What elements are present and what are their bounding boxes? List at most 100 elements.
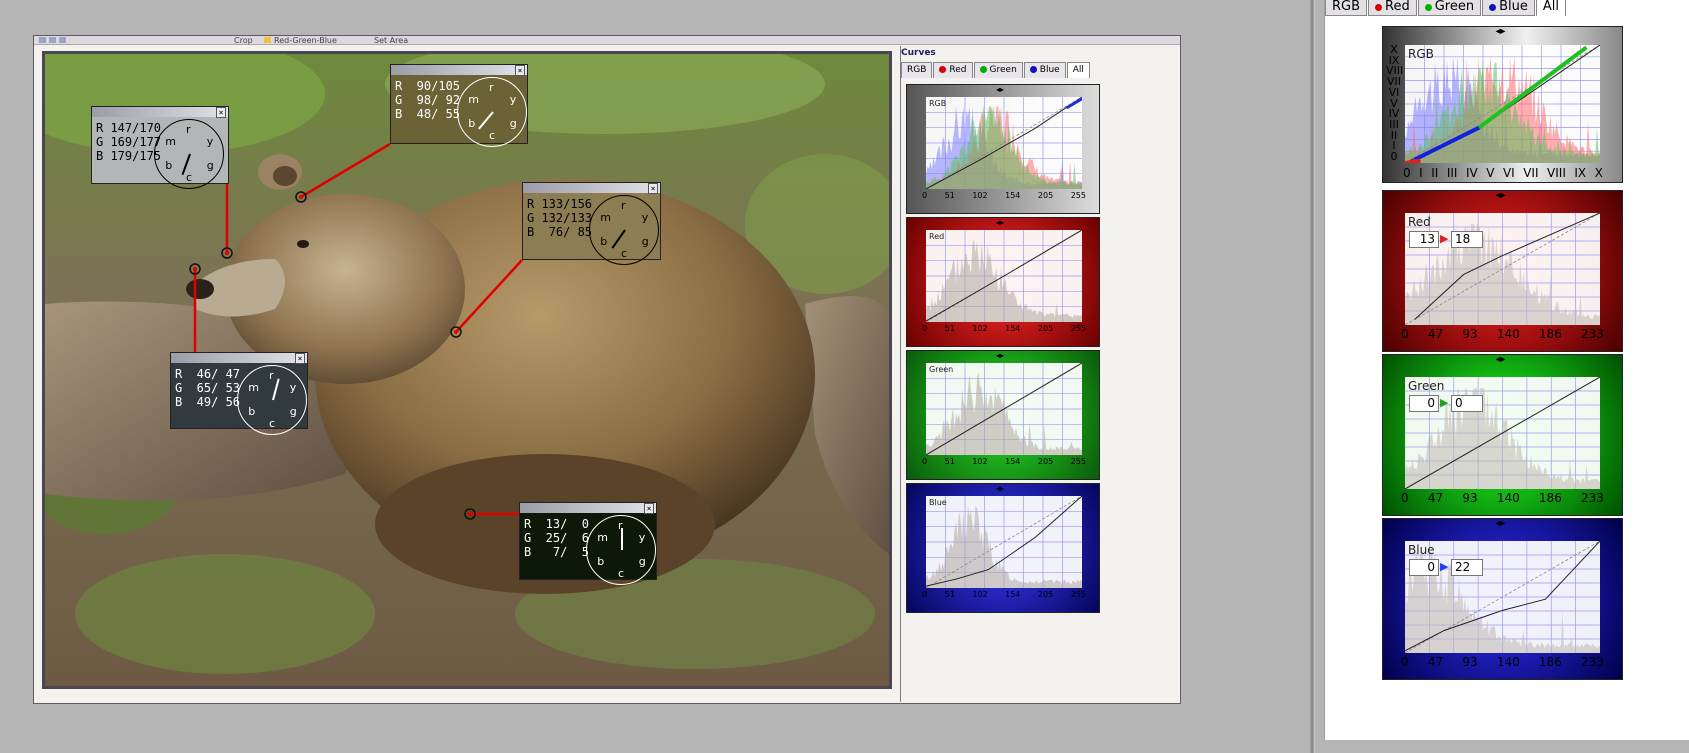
roman-x-axis: 0 I II III IV V VI VII VIII IX X <box>1403 166 1603 180</box>
curves-tab-rgb[interactable]: RGB <box>901 62 933 78</box>
toolbar-crop[interactable]: Crop <box>234 37 253 45</box>
zoom-tab-label: Blue <box>1499 0 1528 14</box>
curves-tab-red[interactable]: Red <box>933 62 973 78</box>
toolbar-set-area[interactable]: Set Area <box>374 37 408 45</box>
sampler-titlebar[interactable] <box>171 353 307 363</box>
curve-graph <box>1405 213 1600 325</box>
axis-tick-label: 0 <box>922 191 928 200</box>
curve-chart-rgb: ◂▸ RGB 0 51 102 154 205 255 <box>906 84 1100 214</box>
zoom-tab-blue[interactable]: Blue <box>1482 0 1535 16</box>
toolbar: Crop Red-Green-Blue Set Area <box>34 36 1180 45</box>
axis-tick-label: 186 <box>1538 655 1562 669</box>
curves-panel-title: Curves <box>901 48 936 58</box>
close-icon[interactable]: × <box>295 353 305 364</box>
sampler-leader-line <box>300 142 391 199</box>
sampler-value-r: R 147/170 <box>96 121 162 135</box>
sampler-popup-snout[interactable]: × R 147/170 G 169/177 B 179/175 r y g c b m <box>91 106 229 189</box>
move-arrows-icon[interactable]: ◂▸ <box>1496 191 1506 201</box>
dial-letter: c <box>269 417 276 430</box>
sampler-titlebar[interactable] <box>520 503 656 513</box>
axis-tick-label: 0 <box>922 457 928 466</box>
curve-graph <box>926 496 1082 588</box>
input-output-arrow-icon: ▶ <box>1440 396 1449 409</box>
axis-tick-label: 186 <box>1538 491 1562 505</box>
move-arrows-icon[interactable]: ◂▸ <box>1496 355 1506 365</box>
curve-plot[interactable]: Green <box>926 363 1082 455</box>
curves-tab-bar: RGB Red Green Blue All <box>901 62 1091 78</box>
roman-y-axis: X IX VIII VII VI V IV III II I 0 <box>1386 44 1403 163</box>
move-arrows-icon[interactable]: ◂▸ <box>996 352 1004 360</box>
axis-tick-label: 154 <box>1005 457 1021 466</box>
curve-plot[interactable]: RGB <box>926 97 1082 189</box>
move-arrows-icon[interactable]: ◂▸ <box>1496 27 1506 37</box>
sampler-titlebar[interactable] <box>523 183 660 193</box>
channel-dot-icon <box>1489 4 1497 11</box>
curve-input-field[interactable]: 0 <box>1409 395 1439 412</box>
curve-plot[interactable]: Green 0 ▶ 0 <box>1405 377 1600 489</box>
eyedropper-tool-icon[interactable] <box>59 37 66 43</box>
curve-plot[interactable]: Blue <box>926 496 1082 588</box>
curve-plot[interactable]: Blue 0 ▶ 22 <box>1405 541 1600 653</box>
sampler-popup-rock[interactable]: × R 46/ 47 G 65/ 53 B 49/ 56 r y g c b m <box>170 352 308 435</box>
curve-input-field[interactable]: 0 <box>1409 559 1439 576</box>
sampler-value-g: G 132/133 <box>527 211 593 225</box>
curve-graph <box>926 363 1082 455</box>
close-icon[interactable]: × <box>648 183 658 194</box>
select-tool-icon[interactable] <box>39 37 46 43</box>
zoom-tab-all[interactable]: All <box>1535 0 1567 16</box>
rgb-channel-icon[interactable] <box>264 37 271 43</box>
sampler-titlebar[interactable] <box>391 65 527 75</box>
sampler-leader-line <box>455 259 523 333</box>
curve-input-field[interactable]: 13 <box>1409 231 1439 248</box>
axis-tick-label: 47 <box>1427 491 1444 505</box>
channel-name: Green <box>1408 379 1445 393</box>
dial-letter: m <box>165 135 176 148</box>
curves-tab-label: Green <box>989 65 1017 75</box>
move-arrows-icon[interactable]: ◂▸ <box>996 219 1004 227</box>
axis-ticks: 0 47 93 140 186 233 <box>1401 327 1604 341</box>
curve-output-field[interactable]: 0 <box>1451 395 1483 412</box>
toolbar-channels[interactable]: Red-Green-Blue <box>274 37 337 45</box>
zoom-tool-icon[interactable] <box>49 37 56 43</box>
curve-plot[interactable]: Red 13 ▶ 18 <box>1405 213 1600 325</box>
curve-output-field[interactable]: 18 <box>1451 231 1483 248</box>
axis-tick-label: 255 <box>1070 191 1086 200</box>
axis-tick-label: 233 <box>1581 491 1604 505</box>
sampler-titlebar[interactable] <box>92 107 228 117</box>
curve-plot[interactable]: RGB <box>1405 45 1600 163</box>
zoom-chart-green: ◂▸ Green 0 ▶ 0 0 47 93 140 186 233 <box>1382 354 1623 516</box>
curves-tab-blue[interactable]: Blue <box>1023 62 1066 78</box>
sampler-popup-back[interactable]: × R 133/156 G 132/133 B 76/ 85 r y g c b m <box>522 182 661 265</box>
dial-letter: c <box>186 171 193 184</box>
move-arrows-icon[interactable]: ◂▸ <box>1496 519 1506 529</box>
move-arrows-icon[interactable]: ◂▸ <box>996 485 1004 493</box>
zoom-tab-red[interactable]: Red <box>1368 0 1417 16</box>
axis-tick-label: 140 <box>1496 655 1520 669</box>
curve-graph <box>926 97 1082 189</box>
move-arrows-icon[interactable]: ◂▸ <box>996 86 1004 94</box>
axis-tick-label: 205 <box>1037 191 1054 200</box>
sampler-popup-forehead[interactable]: × R 90/105 G 98/ 92 B 48/ 55 r y g c b m <box>390 64 528 147</box>
zoom-tab-label: Red <box>1385 0 1410 14</box>
close-icon[interactable]: × <box>644 503 654 514</box>
sampler-popup-shadow[interactable]: × R 13/ 0G 25/ 6B 7/ 5rygcbm <box>519 502 657 585</box>
axis-tick-label: 255 <box>1070 457 1086 466</box>
axis-tick-label: 93 <box>1462 491 1478 505</box>
zoom-tab-rgb[interactable]: RGB <box>1325 0 1368 16</box>
zoom-tab-label: All <box>1542 0 1560 14</box>
channel-name: Blue <box>1408 543 1435 557</box>
dial-letter: y <box>641 211 649 224</box>
close-icon[interactable]: × <box>515 65 525 76</box>
zoom-tab-green[interactable]: Green <box>1417 0 1482 16</box>
close-icon[interactable]: × <box>216 107 226 118</box>
color-dial: r ygcbm <box>589 195 659 265</box>
curves-tab-all[interactable]: All <box>1066 62 1090 78</box>
curve-output-field[interactable]: 22 <box>1451 559 1483 576</box>
dial-letter: m <box>248 381 259 394</box>
sampler-value-r: R 90/105 <box>395 79 461 93</box>
axis-ticks: 0 51 102 154 205 255 <box>922 590 1086 599</box>
axis-tick-label: 102 <box>972 457 988 466</box>
sampler-values: R 147/170 G 169/177 B 179/175 <box>96 121 161 163</box>
curve-plot[interactable]: Red <box>926 230 1082 322</box>
curves-tab-green[interactable]: Green <box>973 62 1023 78</box>
